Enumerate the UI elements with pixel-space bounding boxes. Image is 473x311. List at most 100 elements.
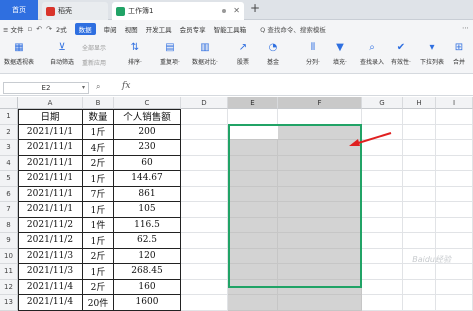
cell-a10[interactable]: 2021/11/3 — [18, 248, 83, 264]
cell-i4[interactable] — [436, 155, 473, 171]
cell-h12[interactable] — [403, 279, 436, 295]
cell-e10[interactable] — [228, 248, 278, 264]
column-header-e[interactable]: E — [228, 97, 278, 109]
column-header-b[interactable]: B — [83, 97, 114, 109]
cell-e3[interactable] — [228, 140, 278, 156]
cell-b11[interactable]: 1斤 — [83, 264, 114, 280]
column-header-h[interactable]: H — [403, 97, 436, 109]
cell-e11[interactable] — [228, 264, 278, 280]
cell-g5[interactable] — [362, 171, 403, 187]
file-menu[interactable]: ≡ 文件 — [3, 24, 24, 34]
column-header-a[interactable]: A — [18, 97, 83, 109]
cell-g10[interactable] — [362, 248, 403, 264]
menu-developer[interactable]: 开发工具 — [146, 24, 172, 34]
cell-d6[interactable] — [181, 186, 228, 202]
cell-c8[interactable]: 116.5 — [114, 217, 181, 233]
cell-a4[interactable]: 2021/11/1 — [18, 155, 83, 171]
cell-h11[interactable] — [403, 264, 436, 280]
cell-c9[interactable]: 62.5 — [114, 233, 181, 249]
cell-c3[interactable]: 230 — [114, 140, 181, 156]
cell-d11[interactable] — [181, 264, 228, 280]
row-header-7[interactable]: 7 — [0, 202, 18, 218]
lookup-entry-button[interactable]: ⌕ 查找录入 — [360, 41, 384, 67]
cell-d13[interactable] — [181, 295, 228, 311]
cell-d10[interactable] — [181, 248, 228, 264]
column-header-f[interactable]: F — [278, 97, 362, 109]
cell-g13[interactable] — [362, 295, 403, 311]
cell-d4[interactable] — [181, 155, 228, 171]
cell-h13[interactable] — [403, 295, 436, 311]
cell-a7[interactable]: 2021/11/1 — [18, 202, 83, 218]
data-compare-button[interactable]: ▥ 数据对比· — [192, 41, 218, 67]
cell-a1[interactable]: 日期 — [18, 109, 83, 125]
row-header-13[interactable]: 13 — [0, 295, 18, 311]
cell-f11[interactable] — [278, 264, 362, 280]
cell-g11[interactable] — [362, 264, 403, 280]
cell-a9[interactable]: 2021/11/2 — [18, 233, 83, 249]
row-header-8[interactable]: 8 — [0, 217, 18, 233]
cell-a2[interactable]: 2021/11/1 — [18, 124, 83, 140]
fund-button[interactable]: ◔ 基金 — [266, 41, 280, 67]
column-header-g[interactable]: G — [362, 97, 403, 109]
menu-smart-tools[interactable]: 智能工具箱 — [214, 24, 247, 34]
cell-g12[interactable] — [362, 279, 403, 295]
zoom-icon[interactable]: ⌕ — [96, 82, 100, 92]
cell-i3[interactable] — [436, 140, 473, 156]
cell-c1[interactable]: 个人销售额 — [114, 109, 181, 125]
cell-b1[interactable]: 数量 — [83, 109, 114, 125]
cell-f4[interactable] — [278, 155, 362, 171]
menu-partial-formula[interactable]: 2式 — [56, 24, 67, 34]
cell-d7[interactable] — [181, 202, 228, 218]
cell-f7[interactable] — [278, 202, 362, 218]
cell-e6[interactable] — [228, 186, 278, 202]
cell-g1[interactable] — [362, 109, 403, 125]
cell-c2[interactable]: 200 — [114, 124, 181, 140]
row-header-5[interactable]: 5 — [0, 171, 18, 187]
text-to-columns-button[interactable]: ⫴ 分列· — [306, 41, 320, 67]
cell-h1[interactable] — [403, 109, 436, 125]
validation-button[interactable]: ✔ 有效性· — [391, 41, 411, 67]
cell-e1[interactable] — [228, 109, 278, 125]
cell-g9[interactable] — [362, 233, 403, 249]
row-header-6[interactable]: 6 — [0, 186, 18, 202]
cell-g8[interactable] — [362, 217, 403, 233]
cell-h8[interactable] — [403, 217, 436, 233]
cell-i12[interactable] — [436, 279, 473, 295]
cell-h9[interactable] — [403, 233, 436, 249]
cell-i1[interactable] — [436, 109, 473, 125]
cell-c4[interactable]: 60 — [114, 155, 181, 171]
cell-i8[interactable] — [436, 217, 473, 233]
cell-g7[interactable] — [362, 202, 403, 218]
row-header-3[interactable]: 3 — [0, 140, 18, 156]
cell-a12[interactable]: 2021/11/4 — [18, 279, 83, 295]
merge-button[interactable]: ⊞ 合并 — [452, 41, 466, 67]
cell-f9[interactable] — [278, 233, 362, 249]
cell-a6[interactable]: 2021/11/1 — [18, 186, 83, 202]
save-icon[interactable]: ▫ — [28, 25, 33, 33]
redo-icon[interactable]: ↷ — [46, 25, 52, 33]
select-all-corner[interactable] — [0, 97, 18, 109]
column-header-d[interactable]: D — [181, 97, 228, 109]
cell-a13[interactable]: 2021/11/4 — [18, 295, 83, 311]
cell-h2[interactable] — [403, 124, 436, 140]
menu-member[interactable]: 会员专享 — [180, 24, 206, 34]
cell-f5[interactable] — [278, 171, 362, 187]
reapply-button[interactable]: 重新应用 — [82, 58, 106, 67]
duplicates-button[interactable]: ▤ 重复项· — [160, 41, 180, 67]
cell-e13[interactable] — [228, 295, 278, 311]
cell-h5[interactable] — [403, 171, 436, 187]
cell-f1[interactable] — [278, 109, 362, 125]
cell-a5[interactable]: 2021/11/1 — [18, 171, 83, 187]
cell-a3[interactable]: 2021/11/1 — [18, 140, 83, 156]
cell-h7[interactable] — [403, 202, 436, 218]
cell-e4[interactable] — [228, 155, 278, 171]
cell-g6[interactable] — [362, 186, 403, 202]
cell-b7[interactable]: 1斤 — [83, 202, 114, 218]
row-header-1[interactable]: 1 — [0, 109, 18, 125]
cell-b6[interactable]: 7斤 — [83, 186, 114, 202]
cell-b3[interactable]: 4斤 — [83, 140, 114, 156]
pivot-table-button[interactable]: ▦ 数据透视表 — [4, 41, 34, 67]
cell-e5[interactable] — [228, 171, 278, 187]
cell-d2[interactable] — [181, 124, 228, 140]
cell-i9[interactable] — [436, 233, 473, 249]
